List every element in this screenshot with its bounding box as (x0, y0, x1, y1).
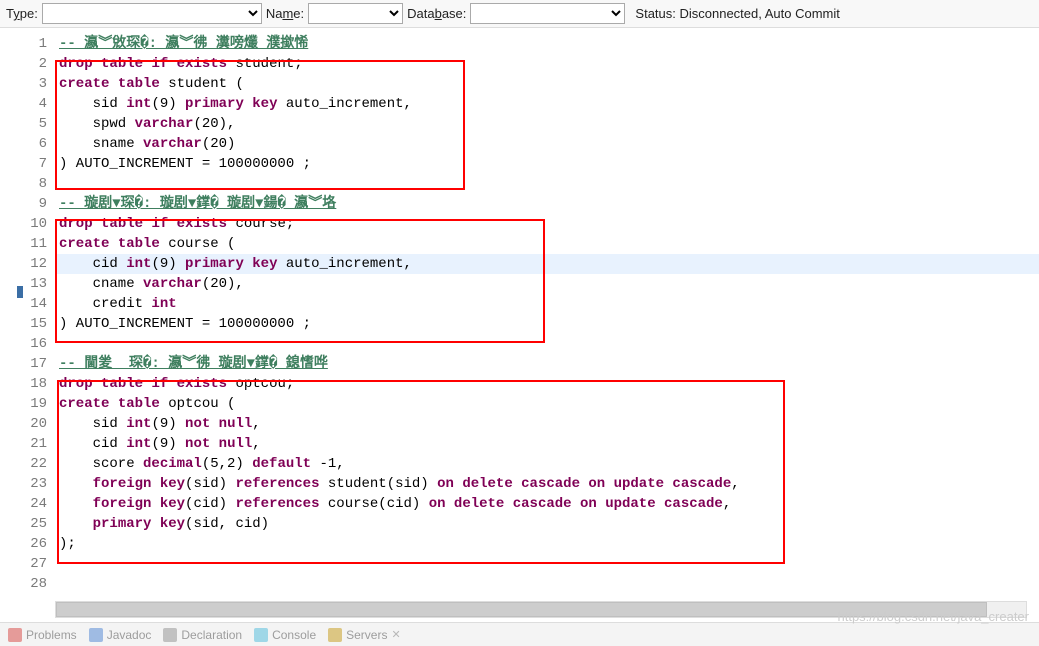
scrollbar-thumb[interactable] (56, 602, 987, 617)
line-number: 7 (0, 154, 55, 174)
tab-javadoc[interactable]: Javadoc (89, 628, 152, 642)
tab-label: Javadoc (107, 628, 152, 642)
tab-problems[interactable]: Problems (8, 628, 77, 642)
code-line[interactable]: cname varchar(20), (55, 274, 1039, 294)
code-line[interactable]: ); (55, 534, 1039, 554)
code-line[interactable]: -- 閫夎 琛�: 瀛︾彿 璇剧▼鐣� 鎴愭哗 (55, 354, 1039, 374)
tab-label: Servers (346, 628, 387, 642)
line-number: 26 (0, 534, 55, 554)
line-number: 9 (0, 194, 55, 214)
line-gutter: 1234567891011121314151617181920212223242… (0, 28, 55, 618)
code-line[interactable]: primary key(sid, cid) (55, 514, 1039, 534)
tab-label: Problems (26, 628, 77, 642)
code-line[interactable]: -- 璇剧▼琛�: 璇剧▼鐣� 璇剧▼鍚� 瀛︾垎 (55, 194, 1039, 214)
editor: 1234567891011121314151617181920212223242… (0, 28, 1039, 618)
tab-servers[interactable]: Servers ✕ (328, 628, 401, 642)
code-line[interactable]: sid int(9) not null, (55, 414, 1039, 434)
problems-icon (8, 628, 22, 642)
line-number: 20 (0, 414, 55, 434)
code-line[interactable]: credit int (55, 294, 1039, 314)
code-area[interactable]: -- 瀛︾敓琛�: 瀛︾彿 瀵嗙爜 濮撳悕drop table if exist… (55, 28, 1039, 618)
line-number: 5 (0, 114, 55, 134)
declaration-icon (163, 628, 177, 642)
line-number: 6 (0, 134, 55, 154)
line-number: 13 (0, 274, 55, 294)
line-number: 19 (0, 394, 55, 414)
javadoc-icon (89, 628, 103, 642)
database-label: Database: (407, 6, 466, 21)
line-number: 10 (0, 214, 55, 234)
line-number: 18 (0, 374, 55, 394)
line-number: 23 (0, 474, 55, 494)
code-line[interactable]: drop table if exists optcou; (55, 374, 1039, 394)
code-line[interactable] (55, 334, 1039, 354)
line-number: 28 (0, 574, 55, 594)
line-number: 22 (0, 454, 55, 474)
tab-label: Console (272, 628, 316, 642)
name-combo[interactable] (308, 3, 403, 24)
horizontal-scrollbar[interactable] (55, 601, 1027, 618)
line-number: 15 (0, 314, 55, 334)
database-combo[interactable] (470, 3, 625, 24)
code-line[interactable]: drop table if exists student; (55, 54, 1039, 74)
code-line[interactable]: create table course ( (55, 234, 1039, 254)
line-number: 14 (0, 294, 55, 314)
line-number: 12 (0, 254, 55, 274)
code-line[interactable]: ) AUTO_INCREMENT = 100000000 ; (55, 154, 1039, 174)
bottom-tabs: Problems Javadoc Declaration Console Servers… (0, 622, 1039, 646)
code-line[interactable]: sname varchar(20) (55, 134, 1039, 154)
line-number: 1 (0, 34, 55, 54)
code-line[interactable]: create table student ( (55, 74, 1039, 94)
code-line[interactable]: cid int(9) not null, (55, 434, 1039, 454)
line-number: 21 (0, 434, 55, 454)
code-line[interactable]: sid int(9) primary key auto_increment, (55, 94, 1039, 114)
tab-console[interactable]: Console (254, 628, 316, 642)
line-number: 3 (0, 74, 55, 94)
line-number: 11 (0, 234, 55, 254)
toolbar: Type: Name: Database: Status: Disconnect… (0, 0, 1039, 28)
code-line[interactable]: score decimal(5,2) default -1, (55, 454, 1039, 474)
tab-declaration[interactable]: Declaration (163, 628, 242, 642)
console-icon (254, 628, 268, 642)
code-line[interactable]: spwd varchar(20), (55, 114, 1039, 134)
code-line[interactable]: -- 瀛︾敓琛�: 瀛︾彿 瀵嗙爜 濮撳悕 (55, 34, 1039, 54)
line-number: 17 (0, 354, 55, 374)
code-line[interactable] (55, 174, 1039, 194)
code-line[interactable]: ) AUTO_INCREMENT = 100000000 ; (55, 314, 1039, 334)
line-number: 8 (0, 174, 55, 194)
line-number: 16 (0, 334, 55, 354)
line-number: 2 (0, 54, 55, 74)
code-line[interactable] (55, 574, 1039, 594)
code-line[interactable]: drop table if exists course; (55, 214, 1039, 234)
line-number: 25 (0, 514, 55, 534)
tab-label: Declaration (181, 628, 242, 642)
code-line[interactable] (55, 554, 1039, 574)
close-icon[interactable]: ✕ (391, 628, 400, 641)
type-combo[interactable] (42, 3, 262, 24)
type-label: Type: (6, 6, 38, 21)
code-line[interactable]: foreign key(cid) references course(cid) … (55, 494, 1039, 514)
code-line[interactable]: create table optcou ( (55, 394, 1039, 414)
line-number: 24 (0, 494, 55, 514)
status-text: Status: Disconnected, Auto Commit (635, 6, 839, 21)
line-number: 4 (0, 94, 55, 114)
cursor-marker (17, 286, 23, 298)
name-label: Name: (266, 6, 304, 21)
code-line[interactable]: foreign key(sid) references student(sid)… (55, 474, 1039, 494)
servers-icon (328, 628, 342, 642)
line-number: 27 (0, 554, 55, 574)
